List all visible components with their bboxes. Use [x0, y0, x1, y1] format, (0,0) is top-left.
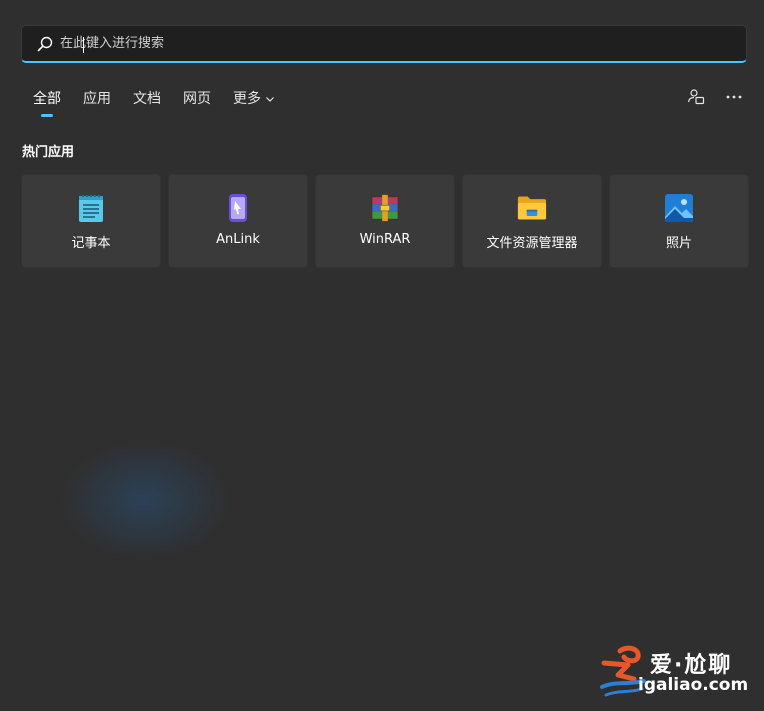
- more-options-button[interactable]: [724, 86, 744, 108]
- search-input[interactable]: [60, 26, 746, 61]
- tab-web[interactable]: 网页: [172, 88, 222, 110]
- app-label: 文件资源管理器: [486, 236, 578, 251]
- notepad-icon: [79, 194, 103, 222]
- tab-label: 更多: [233, 91, 261, 107]
- tab-label: 文档: [133, 91, 161, 107]
- app-tile-file-explorer[interactable]: 文件资源管理器: [462, 174, 602, 268]
- app-label: 照片: [665, 236, 692, 251]
- tab-label: 网页: [183, 91, 211, 107]
- tab-documents[interactable]: 文档: [122, 88, 172, 110]
- tab-label: 全部: [33, 91, 61, 107]
- tab-label: 应用: [83, 91, 111, 107]
- anlink-icon: [229, 194, 247, 222]
- search-box[interactable]: [21, 25, 747, 63]
- app-tile-photos[interactable]: 照片: [609, 174, 749, 268]
- text-caret: [83, 37, 84, 53]
- tab-all[interactable]: 全部: [22, 88, 72, 110]
- app-label: 记事本: [71, 236, 111, 251]
- app-tile-anlink[interactable]: AnLink: [168, 174, 308, 268]
- watermark: 爱·尬聊 igaliao.com: [598, 645, 758, 703]
- app-label: WinRAR: [359, 232, 411, 247]
- more-dots-icon: [726, 95, 742, 99]
- watermark-url: igaliao.com: [638, 675, 749, 695]
- tab-apps[interactable]: 应用: [72, 88, 122, 110]
- chevron-down-icon: [266, 97, 274, 102]
- filter-tabs: 全部 应用 文档 网页 更多: [22, 88, 286, 118]
- winrar-icon: [371, 194, 399, 222]
- app-label: AnLink: [216, 232, 260, 247]
- folder-icon: [517, 196, 547, 220]
- account-switch-button[interactable]: [686, 86, 706, 108]
- tab-more[interactable]: 更多: [222, 88, 286, 110]
- top-apps-list: 记事本 AnLink WinRAR 文件资源管理器 照片: [21, 174, 749, 268]
- header-tools: [686, 86, 744, 108]
- app-tile-notepad[interactable]: 记事本: [21, 174, 161, 268]
- account-switch-icon: [687, 89, 705, 105]
- app-tile-winrar[interactable]: WinRAR: [315, 174, 455, 268]
- section-title: 热门应用: [22, 145, 75, 160]
- background-blur: [60, 440, 230, 560]
- photos-icon: [665, 194, 693, 222]
- search-icon: [37, 36, 53, 51]
